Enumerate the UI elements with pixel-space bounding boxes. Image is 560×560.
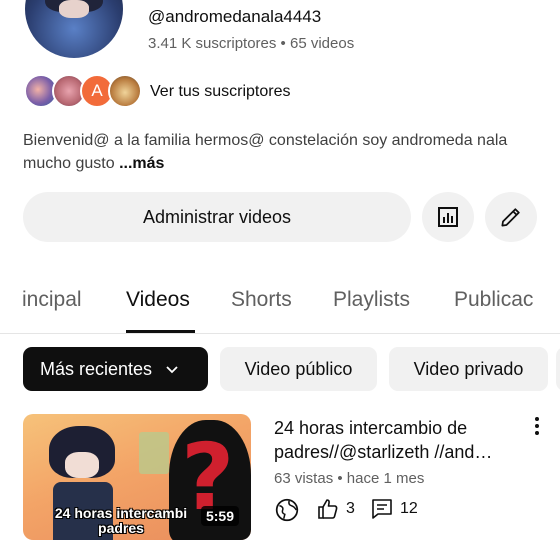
sort-chip[interactable]: Más recientes (23, 347, 208, 391)
channel-description[interactable]: Bienvenid@ a la familia hermos@ constela… (23, 129, 523, 175)
tab-posts[interactable]: Publicac (454, 288, 533, 312)
video-duration: 5:59 (200, 506, 239, 526)
analytics-button[interactable] (422, 192, 474, 242)
chevron-down-icon (166, 366, 178, 374)
thumbnail-window (139, 432, 169, 474)
video-meta: 63 vistas • hace 1 mes (274, 470, 425, 487)
comment-icon (372, 499, 392, 519)
comments-count[interactable]: 12 (370, 497, 418, 521)
sort-chip-label: Más recientes (40, 358, 153, 379)
channel-handle: @andromedanala4443 (148, 7, 322, 26)
likes-count[interactable]: 3 (316, 497, 355, 521)
tab-shorts[interactable]: Shorts (231, 288, 292, 312)
analytics-icon (438, 207, 458, 227)
subscriber-avatar (108, 74, 142, 108)
tab-videos[interactable]: Videos (126, 288, 190, 312)
likes-value: 3 (346, 500, 355, 517)
tabs-divider (0, 333, 560, 334)
channel-avatar[interactable] (25, 0, 123, 58)
more-vert-icon (535, 417, 539, 435)
avatar-face (59, 0, 89, 18)
description-more-link[interactable]: ...más (119, 155, 164, 172)
private-video-chip[interactable]: Video privado (389, 347, 548, 391)
channel-tabs: incipal Videos Shorts Playlists Publicac (0, 288, 560, 334)
globe-icon (275, 498, 299, 522)
tab-home[interactable]: incipal (22, 288, 82, 312)
comments-value: 12 (400, 500, 418, 517)
edit-channel-button[interactable] (485, 192, 537, 242)
tab-playlists[interactable]: Playlists (333, 288, 410, 312)
public-video-chip[interactable]: Video público (220, 347, 377, 391)
thumbs-up-icon (318, 499, 338, 519)
description-text: Bienvenid@ a la familia hermos@ constela… (23, 132, 508, 172)
thumbnail-caption: 24 horas intercambi padres (54, 505, 188, 536)
video-thumbnail[interactable]: ? 24 horas intercambi padres 5:59 (23, 414, 251, 540)
video-title[interactable]: 24 horas intercambio de padres//@starliz… (274, 416, 516, 464)
video-more-button[interactable] (527, 416, 547, 440)
next-chip[interactable] (556, 347, 560, 391)
visibility-indicator[interactable] (274, 497, 300, 523)
channel-stats: 3.41 K suscriptores • 65 videos (148, 35, 355, 52)
view-subscribers-link[interactable]: Ver tus suscriptores (150, 83, 291, 101)
manage-videos-button[interactable]: Administrar videos (23, 192, 411, 242)
pencil-icon (501, 208, 520, 227)
